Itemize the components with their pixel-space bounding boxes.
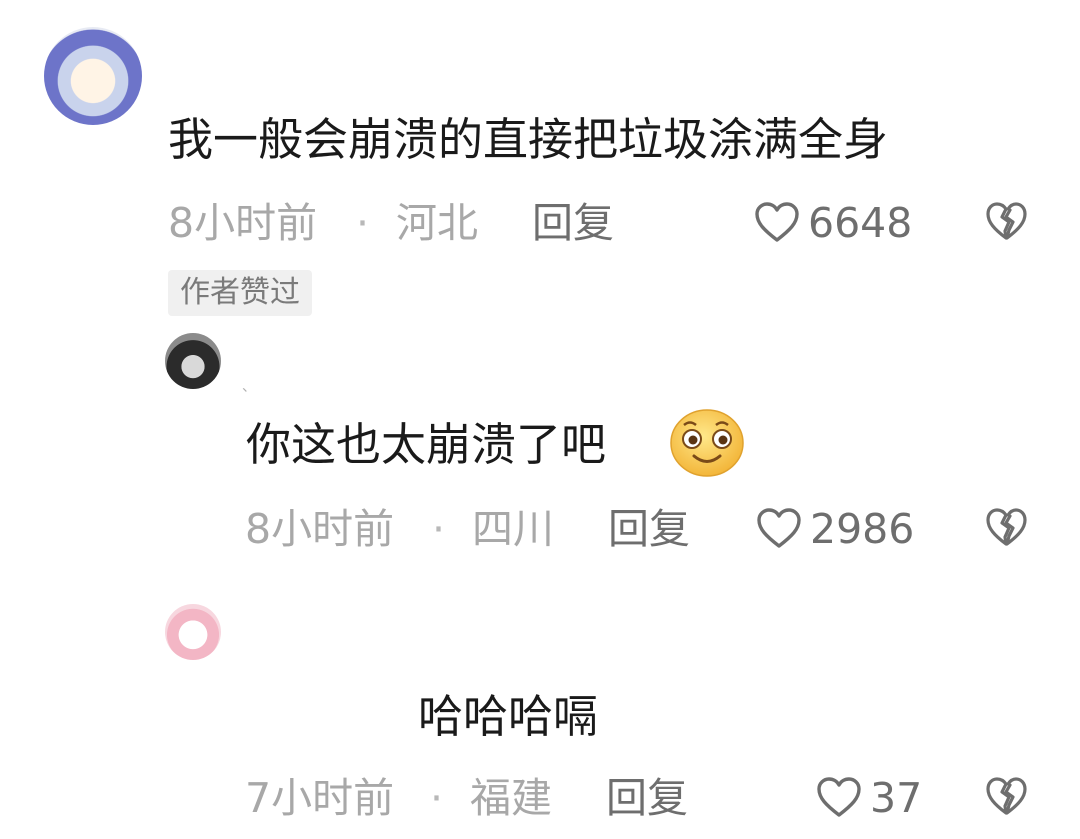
like-button[interactable] [756,507,802,549]
avatar[interactable] [165,604,221,660]
like-count: 6648 [808,199,913,247]
avatar[interactable] [44,27,142,125]
broken-heart-icon [986,202,1027,240]
comment-location: 河北 [396,199,478,247]
dislike-button[interactable] [985,776,1027,816]
username: 、 [242,379,256,395]
author-liked-badge: 作者赞过 [168,270,312,316]
like-button[interactable] [816,776,862,818]
heart-outline-icon [755,202,799,242]
comment-time: 7小时前 [245,774,395,822]
like-count: 37 [870,774,923,822]
separator-dot: · [432,505,446,553]
comment-time: 8小时前 [168,199,318,247]
avatar[interactable] [165,333,221,389]
comment-text: 哈哈哈嗝 [418,690,599,743]
heart-outline-icon [817,777,861,817]
separator-dot: · [430,774,444,822]
broken-heart-icon [986,777,1027,815]
dislike-button[interactable] [985,201,1027,241]
comment-location: 福建 [470,774,552,822]
smirk-emoji [668,407,746,479]
like-button[interactable] [754,201,800,243]
like-count: 2986 [810,505,915,553]
reply-button[interactable]: 回复 [606,778,688,819]
broken-heart-icon [986,508,1027,546]
reply-button[interactable]: 回复 [608,509,690,550]
reply-button[interactable]: 回复 [532,203,614,244]
separator-dot: · [356,199,370,247]
comment-time: 8小时前 [245,505,395,553]
comment-location: 四川 [472,505,554,553]
comment-text: 我一般会崩溃的直接把垃圾涂满全身 [168,113,889,166]
heart-outline-icon [757,508,801,548]
dislike-button[interactable] [985,507,1027,547]
comment-text: 你这也太崩溃了吧 [246,418,607,471]
